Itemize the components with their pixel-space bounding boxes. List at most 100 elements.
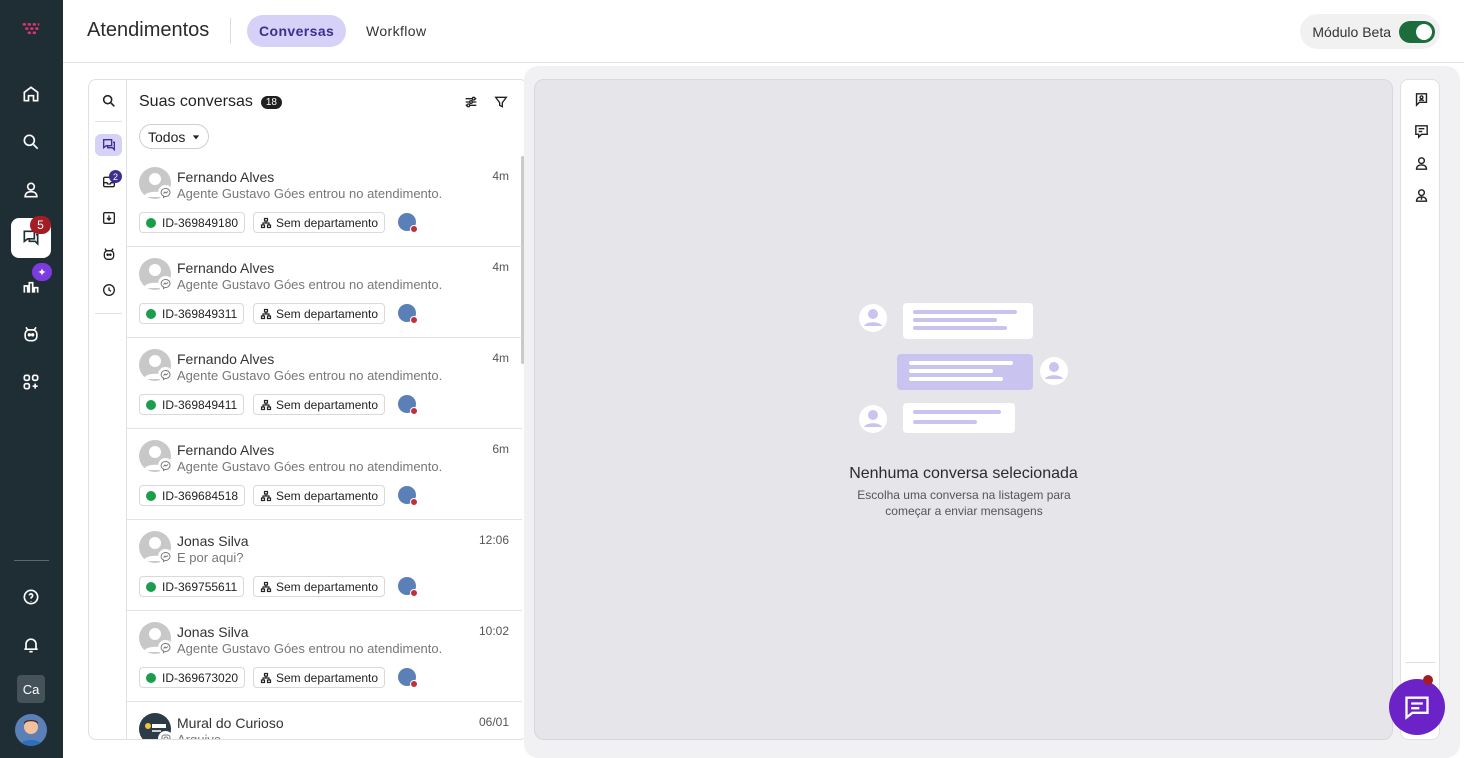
agent-avatar (398, 213, 418, 233)
account-initials[interactable]: Ca (17, 675, 45, 703)
agent-button[interactable] (1411, 185, 1431, 205)
chat-history-button[interactable] (1411, 89, 1431, 109)
conversation-id: ID-369849180 (162, 215, 239, 230)
conversation-id: ID-369849411 (162, 397, 238, 412)
notes-button[interactable] (1411, 121, 1431, 141)
conversation-id-pill: ID-369755611 (139, 576, 245, 597)
chat-icon (102, 139, 115, 152)
list-header-actions (463, 94, 509, 110)
list-header: Suas conversas 18 (139, 93, 282, 111)
agent-avatar (398, 304, 418, 324)
settings-sliders-button[interactable] (463, 94, 479, 110)
clock-icon (102, 284, 115, 296)
nav-notifications[interactable] (11, 625, 51, 665)
list-title: Suas conversas (139, 93, 253, 110)
last-activity-time: 6m (492, 442, 509, 456)
filter-archived[interactable] (95, 207, 122, 229)
page-title: Atendimentos (87, 19, 210, 41)
department-name: Sem departamento (276, 397, 379, 412)
nav-home[interactable] (11, 74, 51, 114)
conversations-badge: 5 (30, 216, 51, 234)
nav-help[interactable] (11, 577, 51, 617)
user-avatar[interactable] (15, 714, 47, 746)
list-item[interactable]: Fernando Alves 4m Agente Gustavo Góes en… (127, 156, 522, 247)
list-item[interactable]: Fernando Alves 4m Agente Gustavo Góes en… (127, 338, 522, 429)
department-name: Sem departamento (276, 579, 379, 594)
search-icon (23, 134, 39, 150)
list-item[interactable]: Jonas Silva 10:02 Agente Gustavo Góes en… (127, 611, 522, 702)
reports-badge: ✦ (32, 263, 52, 281)
tab-workflow[interactable]: Workflow (354, 15, 439, 47)
agent-avatar (398, 668, 418, 688)
top-bar: Atendimentos Conversas Workflow Módulo B… (63, 0, 1464, 63)
department-name: Sem departamento (276, 306, 379, 321)
list-search-button[interactable] (95, 90, 122, 112)
apps-icon (23, 374, 39, 390)
beta-module-toggle[interactable]: Módulo Beta (1300, 14, 1440, 49)
filter-history[interactable] (95, 279, 122, 301)
nav-apps[interactable] (11, 362, 51, 402)
channel-badge (158, 185, 173, 200)
separator (95, 313, 122, 314)
agent-icon (1415, 188, 1427, 202)
last-message: Agente Gustavo Góes entrou no atendiment… (177, 368, 443, 383)
logo-icon (22, 23, 40, 34)
messenger-icon (160, 278, 171, 289)
last-activity-time: 10:02 (478, 624, 509, 638)
department-name: Sem departamento (276, 215, 379, 230)
toggle-switch[interactable] (1399, 20, 1435, 43)
list-item[interactable]: Mural do Curioso 06/01 Arquivo (127, 702, 522, 739)
filter-bots[interactable] (95, 243, 122, 265)
contact-name: Mural do Curioso (177, 715, 284, 731)
conversation-id-pill: ID-369849311 (139, 303, 245, 324)
conversation-id: ID-369684518 (162, 488, 239, 503)
org-icon (260, 217, 272, 228)
last-activity-time: 4m (492, 351, 509, 365)
filter-my-conversations[interactable] (95, 134, 122, 156)
nav-contacts[interactable] (11, 170, 51, 210)
nav-bots[interactable] (11, 314, 51, 354)
filter-button[interactable] (493, 94, 509, 110)
conversation-id: ID-369849311 (162, 306, 238, 321)
last-activity-time: 06/01 (478, 715, 509, 729)
conversation-list-panel: Suas conversas 18 Todos Fernando Alves 4… (126, 79, 528, 740)
conversation-id-pill: ID-369684518 (139, 485, 246, 506)
contact-button[interactable] (1411, 153, 1431, 173)
conversation-id-pill: ID-369673020 (139, 667, 246, 688)
last-message: E por aqui? (177, 550, 244, 565)
archive-icon (102, 212, 115, 224)
list-item[interactable]: Fernando Alves 4m Agente Gustavo Góes en… (127, 247, 522, 338)
last-message: Agente Gustavo Góes entrou no atendiment… (177, 186, 443, 201)
empty-conversation-illustration (859, 303, 1068, 433)
message-icon (1405, 696, 1429, 720)
status-dot (146, 490, 156, 501)
funnel-icon (494, 96, 508, 108)
inbox-badge: 2 (109, 170, 122, 183)
channel-badge (158, 367, 173, 382)
contact-details-sidebar (1400, 79, 1440, 740)
tab-conversas[interactable]: Conversas (247, 15, 347, 47)
conversation-count: 18 (260, 95, 282, 109)
status-dot (146, 308, 156, 319)
status-dot (146, 581, 156, 592)
status-dot (146, 217, 156, 228)
last-activity-time: 4m (492, 169, 509, 183)
org-icon (260, 672, 272, 683)
nav-separator (14, 560, 49, 561)
channel-badge (158, 458, 173, 473)
last-message: Agente Gustavo Góes entrou no atendiment… (177, 641, 443, 656)
last-message: Agente Gustavo Góes entrou no atendiment… (177, 277, 443, 292)
list-item[interactable]: Jonas Silva 12:06 E por aqui? ID-3697556… (127, 520, 522, 611)
contact-name: Fernando Alves (177, 442, 275, 458)
status-dot (146, 399, 156, 410)
main-sidebar: 5 ✦ Ca (0, 0, 63, 758)
nav-search[interactable] (11, 122, 51, 162)
status-dot (146, 672, 156, 683)
app-logo[interactable] (11, 9, 51, 49)
department-name: Sem departamento (276, 670, 379, 685)
title-separator (230, 18, 231, 44)
status-filter-dropdown[interactable]: Todos (139, 124, 210, 149)
chat-support-button[interactable] (1389, 679, 1445, 735)
notification-dot (1423, 675, 1433, 685)
list-item[interactable]: Fernando Alves 6m Agente Gustavo Góes en… (127, 429, 522, 520)
